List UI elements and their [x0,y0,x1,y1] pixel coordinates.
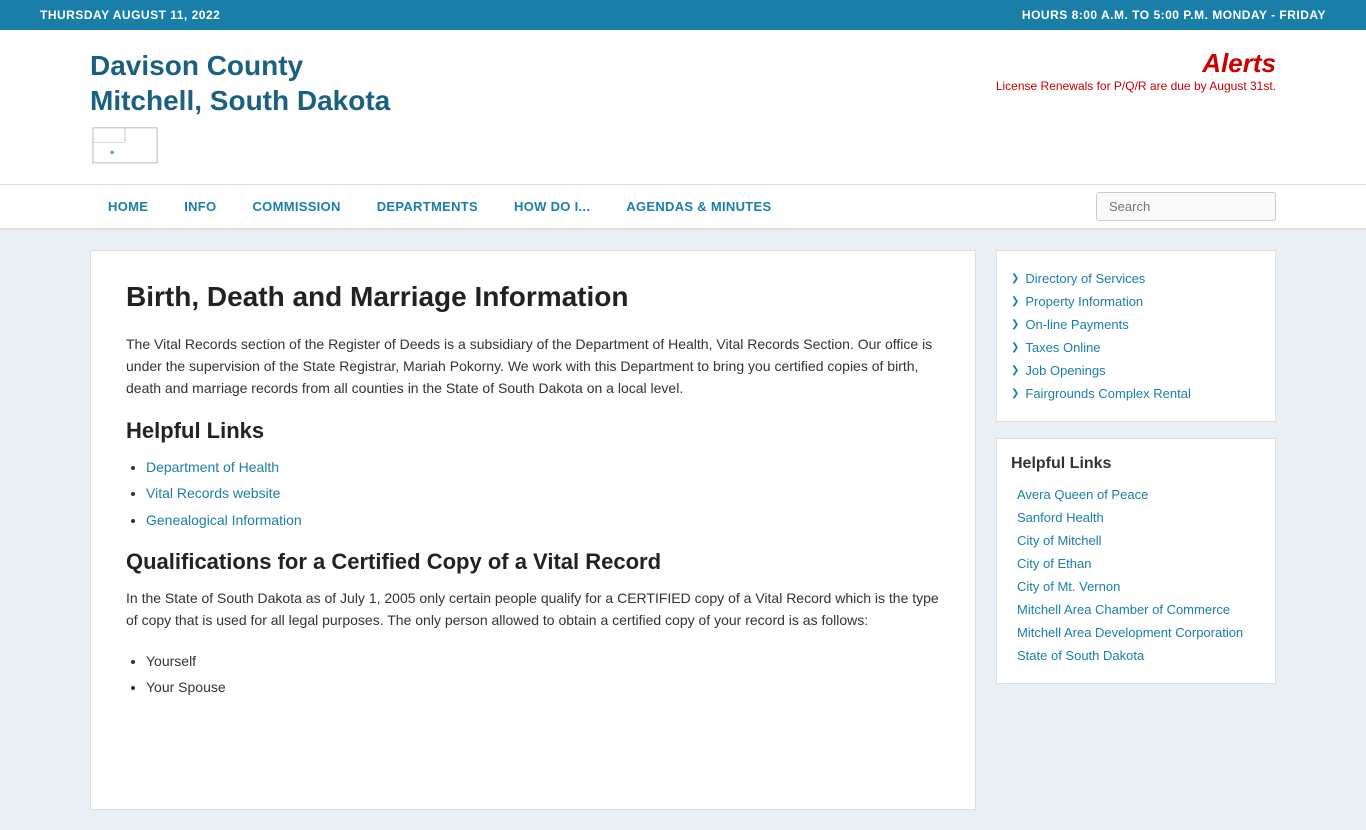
quick-links-list: Directory of Services Property Informati… [1011,267,1261,405]
sidebar-sanford[interactable]: Sanford Health [1011,506,1261,529]
title-line1: Davison County [90,50,303,81]
sidebar-helpful-links-box: Helpful Links Avera Queen of Peace Sanfo… [996,438,1276,684]
hours-label: HOURS 8:00 A.M. TO 5:00 P.M. MONDAY - FR… [1022,8,1326,22]
sidebar-city-mitchell[interactable]: City of Mitchell [1011,529,1261,552]
sidebar-state-sd[interactable]: State of South Dakota [1011,644,1261,667]
sidebar-chamber[interactable]: Mitchell Area Chamber of Commerce [1011,598,1261,621]
sidebar-link-property[interactable]: Property Information [1011,290,1261,313]
alerts-title: Alerts [996,48,1276,79]
sidebar: Directory of Services Property Informati… [996,250,1276,810]
qual-item-yourself: Yourself [146,650,940,672]
sidebar-link-jobs[interactable]: Job Openings [1011,359,1261,382]
top-bar: THURSDAY AUGUST 11, 2022 HOURS 8:00 A.M.… [0,0,1366,30]
qualifications-list: Yourself Your Spouse [146,650,940,699]
title-line2: Mitchell, South Dakota [90,85,390,116]
search-input[interactable] [1096,192,1276,221]
nav-home[interactable]: HOME [90,185,166,228]
nav-info[interactable]: INFO [166,185,234,228]
sidebar-link-directory[interactable]: Directory of Services [1011,267,1261,290]
alerts-box: Alerts License Renewals for P/Q/R are du… [996,48,1276,93]
qual-item-spouse: Your Spouse [146,676,940,698]
nav-items: HOME INFO COMMISSION DEPARTMENTS HOW DO … [90,185,1096,228]
sidebar-avera[interactable]: Avera Queen of Peace [1011,483,1261,506]
sd-map-icon [90,122,160,169]
helpful-links-heading: Helpful Links [126,418,940,444]
sidebar-link-payments[interactable]: On-line Payments [1011,313,1261,336]
sidebar-city-mt-vernon[interactable]: City of Mt. Vernon [1011,575,1261,598]
navigation: HOME INFO COMMISSION DEPARTMENTS HOW DO … [0,185,1366,230]
qualifications-heading: Qualifications for a Certified Copy of a… [126,549,940,575]
intro-paragraph: The Vital Records section of the Registe… [126,333,940,400]
qualifications-text: In the State of South Dakota as of July … [126,587,940,632]
link-genealogical[interactable]: Genealogical Information [146,509,940,531]
date-label: THURSDAY AUGUST 11, 2022 [40,8,220,22]
quick-links-box: Directory of Services Property Informati… [996,250,1276,422]
content-area: Birth, Death and Marriage Information Th… [90,250,976,810]
logo-area: Davison County Mitchell, South Dakota [90,48,390,172]
sidebar-helpful-heading: Helpful Links [1011,455,1261,473]
main-container: Birth, Death and Marriage Information Th… [0,230,1366,830]
link-dept-health[interactable]: Department of Health [146,456,940,478]
sidebar-city-ethan[interactable]: City of Ethan [1011,552,1261,575]
sidebar-link-fairgrounds[interactable]: Fairgrounds Complex Rental [1011,382,1261,405]
nav-departments[interactable]: DEPARTMENTS [359,185,496,228]
helpful-links-list: Department of Health Vital Records websi… [146,456,940,531]
nav-how-do-i[interactable]: HOW DO I... [496,185,608,228]
nav-agendas[interactable]: AGENDAS & MINUTES [608,185,789,228]
sidebar-development[interactable]: Mitchell Area Development Corporation [1011,621,1261,644]
page-title: Birth, Death and Marriage Information [126,281,940,313]
sidebar-link-taxes[interactable]: Taxes Online [1011,336,1261,359]
site-title: Davison County Mitchell, South Dakota [90,48,390,118]
alerts-text: License Renewals for P/Q/R are due by Au… [996,79,1276,93]
sidebar-helpful-links-list: Avera Queen of Peace Sanford Health City… [1011,483,1261,667]
header: Davison County Mitchell, South Dakota Al… [0,30,1366,185]
link-vital-records[interactable]: Vital Records website [146,482,940,504]
nav-commission[interactable]: COMMISSION [234,185,358,228]
